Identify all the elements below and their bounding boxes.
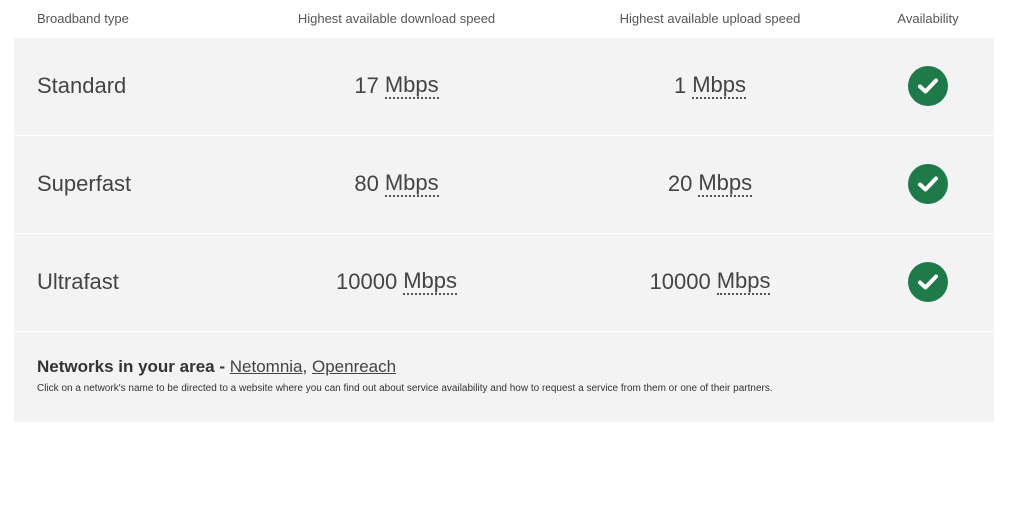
upload-speed-cell: 10000 Mbps xyxy=(610,234,810,330)
upload-speed-unit[interactable]: Mbps xyxy=(716,269,771,295)
download-speed-cell: 80 Mbps xyxy=(294,136,499,232)
table-row-ultrafast: Ultrafast 10000 Mbps 10000 Mbps xyxy=(14,233,994,331)
broadband-type-label: Standard xyxy=(37,73,127,98)
header-upload-speed: Highest available upload speed xyxy=(619,11,801,26)
availability-cell xyxy=(882,136,974,232)
download-speed-value: 17 xyxy=(354,73,379,98)
table-row-superfast: Superfast 80 Mbps 20 Mbps xyxy=(14,135,994,233)
broadband-type-label: Ultrafast xyxy=(37,269,119,294)
availability-cell xyxy=(882,38,974,134)
download-speed-value: 80 xyxy=(354,171,379,196)
availability-cell xyxy=(882,234,974,330)
broadband-type-label: Superfast xyxy=(37,171,132,196)
download-speed-unit[interactable]: Mbps xyxy=(403,269,457,295)
header-download-speed: Highest available download speed xyxy=(297,11,496,26)
check-circle-icon xyxy=(908,66,948,106)
upload-speed-unit[interactable]: Mbps xyxy=(698,171,753,197)
table-row-standard: Standard 17 Mbps 1 Mbps xyxy=(14,37,994,135)
upload-speed-value: 1 xyxy=(673,73,687,98)
networks-heading: Networks in your area - Netomnia, Openre… xyxy=(37,357,396,377)
upload-speed-value: 20 xyxy=(667,171,693,196)
download-speed-cell: 10000 Mbps xyxy=(294,234,499,330)
header-broadband-type: Broadband type xyxy=(37,11,129,26)
header-availability: Availability xyxy=(897,11,959,26)
network-separator: , xyxy=(302,357,308,376)
download-speed-value: 10000 xyxy=(336,269,398,294)
download-speed-cell: 17 Mbps xyxy=(294,38,499,134)
networks-heading-label: Networks in your area - xyxy=(37,357,226,376)
download-speed-unit[interactable]: Mbps xyxy=(384,171,439,197)
check-circle-icon xyxy=(908,164,948,204)
check-circle-icon xyxy=(908,262,948,302)
network-link-netomnia[interactable]: Netomnia xyxy=(230,357,303,376)
broadband-availability-table: Broadband type Highest available downloa… xyxy=(14,0,994,422)
network-link-openreach[interactable]: Openreach xyxy=(312,357,396,376)
networks-help-text: Click on a network's name to be directed… xyxy=(37,383,773,394)
networks-panel: Networks in your area - Netomnia, Openre… xyxy=(14,331,994,422)
upload-speed-cell: 1 Mbps xyxy=(610,38,810,134)
table-header: Broadband type Highest available downloa… xyxy=(14,0,994,37)
download-speed-unit[interactable]: Mbps xyxy=(384,73,439,99)
upload-speed-cell: 20 Mbps xyxy=(610,136,810,232)
upload-speed-unit[interactable]: Mbps xyxy=(692,73,747,99)
upload-speed-value: 10000 xyxy=(649,269,711,294)
